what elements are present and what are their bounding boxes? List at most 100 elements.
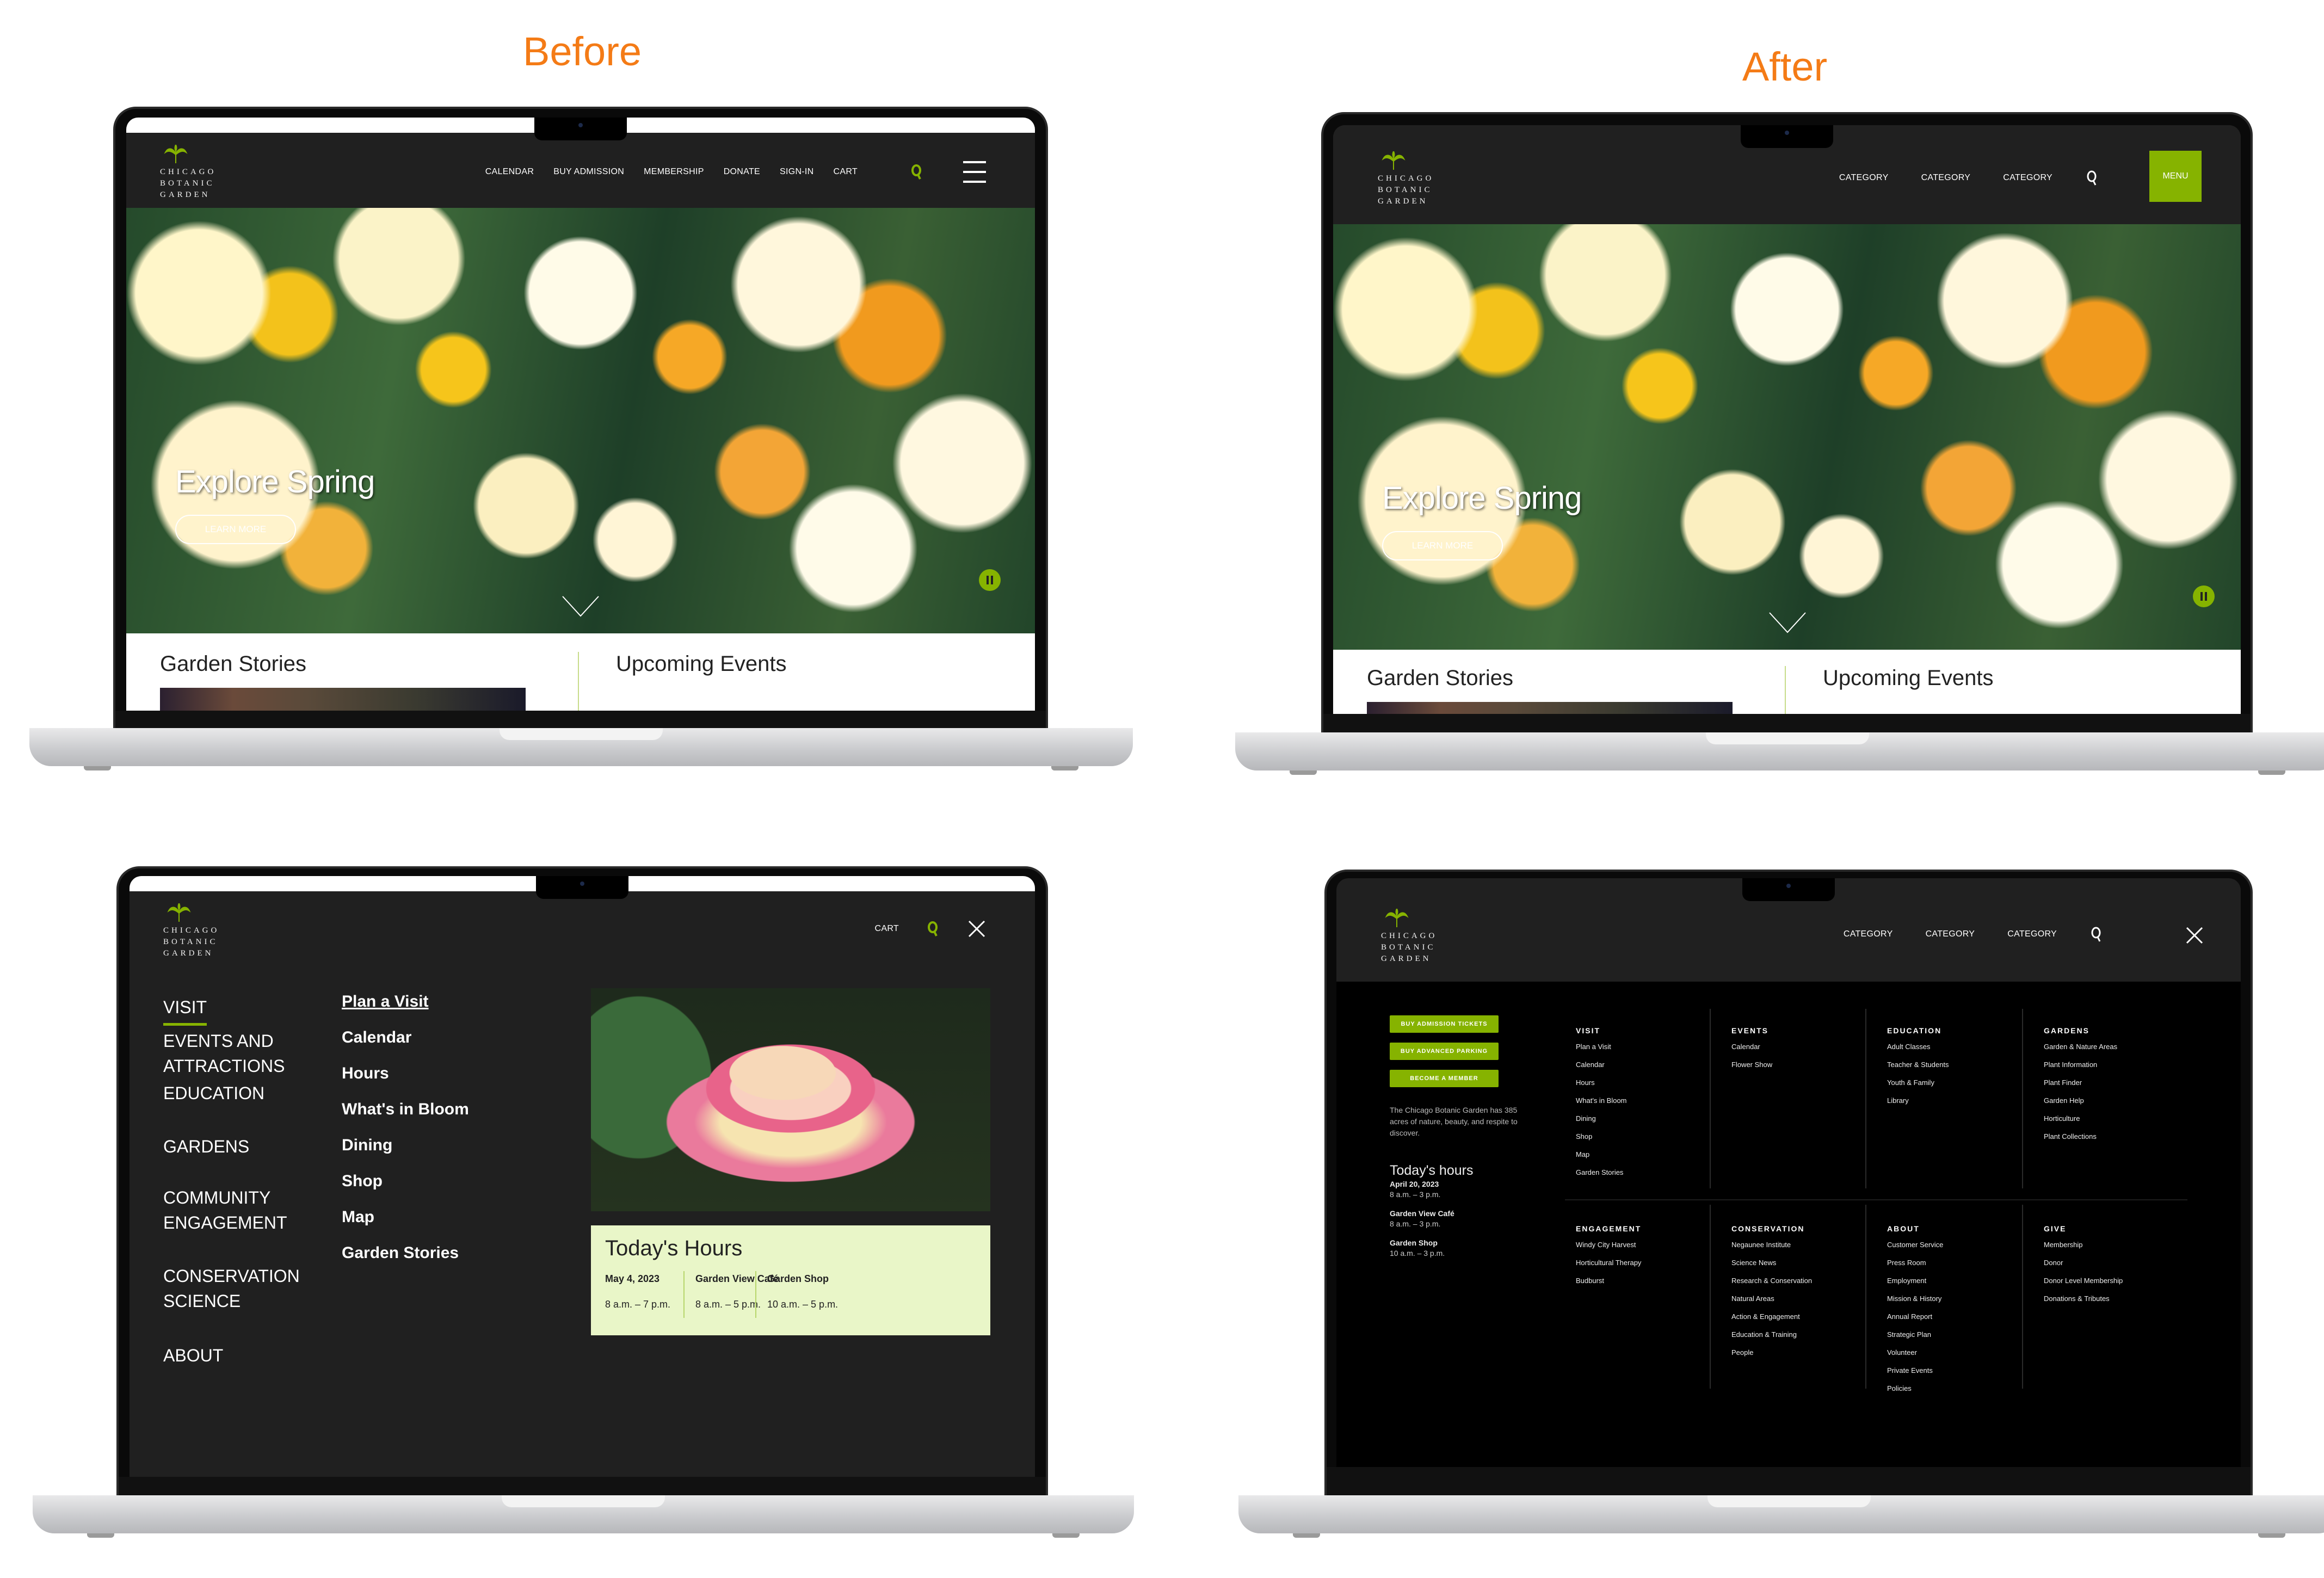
menu-button[interactable]: MENU — [2149, 151, 2202, 202]
submenu-garden-stories[interactable]: Garden Stories — [342, 1244, 459, 1262]
nav-category-3[interactable]: CATEGORY — [2003, 173, 2052, 183]
nav-buy-admission[interactable]: BUY ADMISSION — [553, 167, 624, 177]
primary-menu-education[interactable]: EDUCATION — [163, 1081, 264, 1106]
menu-link[interactable]: Annual Report — [1887, 1312, 2012, 1321]
primary-menu-visit[interactable]: VISIT — [163, 995, 207, 1026]
menu-link[interactable]: Action & Engagement — [1731, 1312, 1857, 1321]
submenu-plan-a-visit[interactable]: Plan a Visit — [342, 993, 429, 1011]
primary-menu-conservation[interactable]: CONSERVATION SCIENCE — [163, 1263, 300, 1314]
menu-link[interactable]: Membership — [2044, 1241, 2169, 1249]
menu-column-heading[interactable]: GARDENS — [2044, 1026, 2169, 1035]
menu-link[interactable]: Dining — [1576, 1114, 1701, 1123]
submenu-hours[interactable]: Hours — [342, 1064, 389, 1083]
menu-link[interactable]: Strategic Plan — [1887, 1330, 2012, 1339]
nav-category-3[interactable]: CATEGORY — [2007, 929, 2057, 939]
menu-link[interactable]: Plant Information — [2044, 1061, 2169, 1069]
menu-link[interactable]: People — [1731, 1348, 1857, 1357]
close-icon[interactable] — [2185, 926, 2204, 945]
pause-button[interactable] — [2193, 585, 2215, 607]
nav-sign-in[interactable]: SIGN-IN — [780, 167, 814, 177]
scroll-down-chevron-icon[interactable] — [1768, 612, 1807, 633]
menu-link[interactable]: Shop — [1576, 1132, 1701, 1141]
garden-story-image[interactable] — [1367, 702, 1733, 714]
menu-link[interactable]: Map — [1576, 1150, 1701, 1159]
menu-link[interactable]: Windy City Harvest — [1576, 1241, 1701, 1249]
primary-menu-community[interactable]: COMMUNITY ENGAGEMENT — [163, 1185, 287, 1235]
pause-button[interactable] — [979, 569, 1001, 591]
menu-link[interactable]: Plan a Visit — [1576, 1043, 1701, 1051]
menu-link[interactable]: Library — [1887, 1096, 2012, 1105]
menu-column-heading[interactable]: EDUCATION — [1887, 1026, 2012, 1035]
nav-cart[interactable]: CART — [875, 924, 899, 934]
menu-link[interactable]: Education & Training — [1731, 1330, 1857, 1339]
menu-link[interactable]: Mission & History — [1887, 1295, 2012, 1303]
search-icon[interactable] — [2085, 170, 2099, 186]
menu-link[interactable]: Donations & Tributes — [2044, 1295, 2169, 1303]
submenu-shop[interactable]: Shop — [342, 1172, 383, 1191]
menu-column-heading[interactable]: ABOUT — [1887, 1224, 2012, 1233]
menu-link[interactable]: Calendar — [1731, 1043, 1857, 1051]
menu-link[interactable]: Research & Conservation — [1731, 1277, 1857, 1285]
nav-category-1[interactable]: CATEGORY — [1839, 173, 1889, 183]
menu-link[interactable]: Science News — [1731, 1259, 1857, 1267]
menu-link[interactable]: Natural Areas — [1731, 1295, 1857, 1303]
menu-column-heading[interactable]: GIVE — [2044, 1224, 2169, 1233]
menu-link[interactable]: Donor Level Membership — [2044, 1277, 2169, 1285]
menu-link[interactable]: Policies — [1887, 1384, 2012, 1393]
nav-category-2[interactable]: CATEGORY — [1926, 929, 1975, 939]
nav-donate[interactable]: DONATE — [724, 167, 760, 177]
search-icon[interactable] — [926, 921, 940, 937]
garden-story-image[interactable] — [160, 688, 526, 711]
search-icon[interactable] — [2089, 926, 2104, 942]
logo[interactable]: CHICAGO BOTANIC GARDEN — [163, 903, 219, 959]
menu-link[interactable]: Adult Classes — [1887, 1043, 2012, 1051]
menu-link[interactable]: Horticulture — [2044, 1114, 2169, 1123]
learn-more-button[interactable]: LEARN MORE — [175, 515, 296, 544]
submenu-whats-in-bloom[interactable]: What's in Bloom — [342, 1100, 469, 1119]
menu-link[interactable]: Hours — [1576, 1078, 1701, 1087]
menu-link[interactable]: Employment — [1887, 1277, 2012, 1285]
menu-link[interactable]: Flower Show — [1731, 1061, 1857, 1069]
primary-menu-gardens[interactable]: GARDENS — [163, 1134, 249, 1159]
nav-calendar[interactable]: CALENDAR — [485, 167, 534, 177]
logo[interactable]: CHICAGO BOTANIC GARDEN — [160, 145, 216, 201]
submenu-dining[interactable]: Dining — [342, 1136, 392, 1155]
nav-cart[interactable]: CART — [834, 167, 858, 177]
menu-link[interactable]: Plant Collections — [2044, 1132, 2169, 1141]
menu-link[interactable]: Budburst — [1576, 1277, 1701, 1285]
menu-link[interactable]: Donor — [2044, 1259, 2169, 1267]
menu-link[interactable]: Plant Finder — [2044, 1078, 2169, 1087]
menu-column-heading[interactable]: VISIT — [1576, 1026, 1701, 1035]
menu-link[interactable]: What's in Bloom — [1576, 1096, 1701, 1105]
submenu-calendar[interactable]: Calendar — [342, 1028, 411, 1047]
nav-category-2[interactable]: CATEGORY — [1921, 173, 1971, 183]
menu-column-heading[interactable]: ENGAGEMENT — [1576, 1224, 1701, 1233]
search-icon[interactable] — [910, 164, 924, 180]
nav-membership[interactable]: MEMBERSHIP — [644, 167, 704, 177]
learn-more-button[interactable]: LEARN MORE — [1382, 531, 1503, 560]
menu-link[interactable]: Garden Stories — [1576, 1168, 1701, 1177]
menu-link[interactable]: Garden Help — [2044, 1096, 2169, 1105]
menu-link[interactable]: Private Events — [1887, 1366, 2012, 1375]
menu-link[interactable]: Calendar — [1576, 1061, 1701, 1069]
become-a-member-button[interactable]: BECOME A MEMBER — [1390, 1070, 1499, 1087]
close-icon[interactable] — [967, 920, 986, 938]
menu-link[interactable]: Volunteer — [1887, 1348, 2012, 1357]
menu-link[interactable]: Garden & Nature Areas — [2044, 1043, 2169, 1051]
menu-link[interactable]: Teacher & Students — [1887, 1061, 2012, 1069]
menu-column-heading[interactable]: EVENTS — [1731, 1026, 1857, 1035]
nav-category-1[interactable]: CATEGORY — [1844, 929, 1893, 939]
buy-admission-tickets-button[interactable]: BUY ADMISSION TICKETS — [1390, 1015, 1499, 1033]
menu-link[interactable]: Horticultural Therapy — [1576, 1259, 1701, 1267]
menu-link[interactable]: Negaunee Institute — [1731, 1241, 1857, 1249]
logo[interactable]: CHICAGO BOTANIC GARDEN — [1378, 151, 1434, 207]
logo[interactable]: CHICAGO BOTANIC GARDEN — [1381, 909, 1437, 965]
menu-link[interactable]: Press Room — [1887, 1259, 2012, 1267]
primary-menu-events[interactable]: EVENTS AND ATTRACTIONS — [163, 1028, 285, 1078]
menu-column-heading[interactable]: CONSERVATION — [1731, 1224, 1857, 1233]
primary-menu-about[interactable]: ABOUT — [163, 1343, 223, 1368]
hamburger-menu-icon[interactable] — [963, 161, 986, 183]
scroll-down-chevron-icon[interactable] — [562, 595, 600, 617]
buy-advanced-parking-button[interactable]: BUY ADVANCED PARKING — [1390, 1043, 1499, 1060]
submenu-map[interactable]: Map — [342, 1208, 374, 1226]
